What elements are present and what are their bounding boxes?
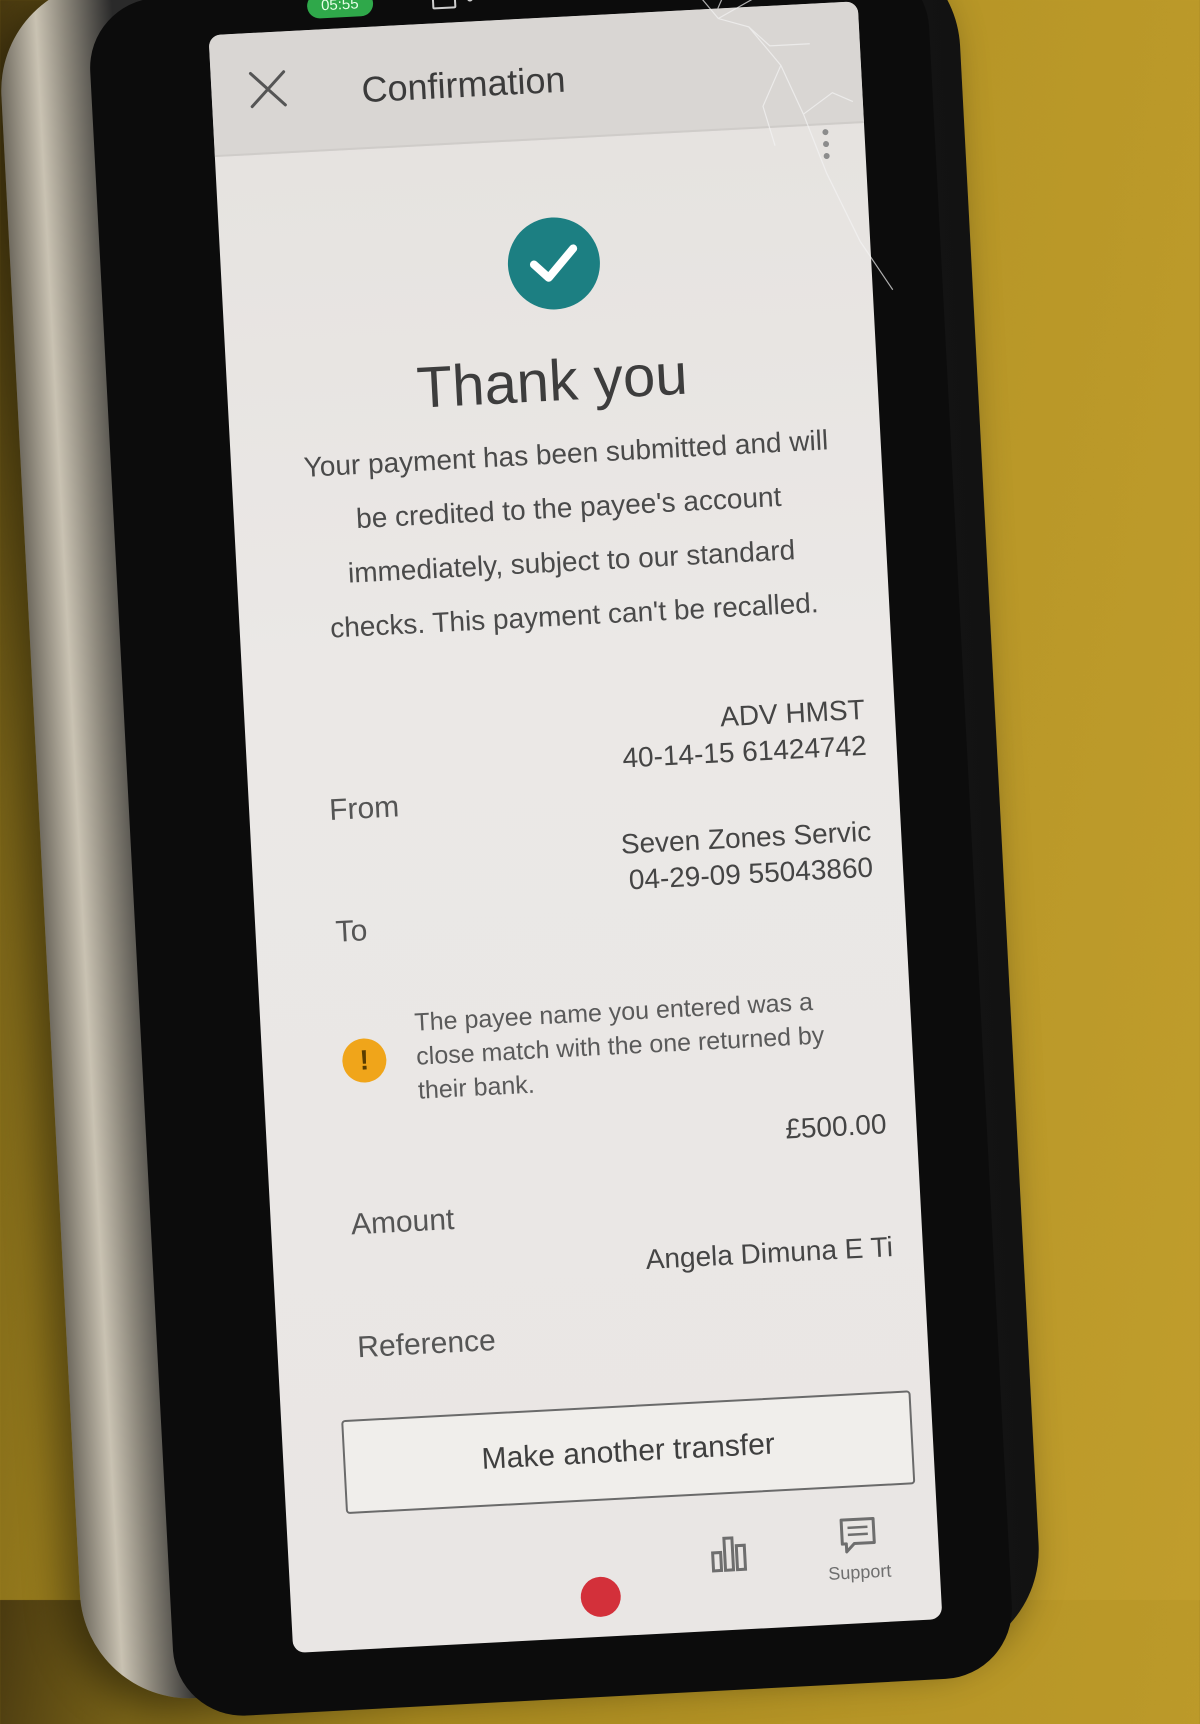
reference-label: Reference — [356, 1324, 497, 1365]
check-circle-icon — [505, 215, 603, 312]
app-screen: Confirmation Thank you Your payment has … — [208, 1, 943, 1654]
close-icon[interactable] — [244, 65, 292, 113]
name-match-warning: ! The payee name you entered was a close… — [339, 972, 875, 1130]
status-time: 05:55 — [306, 0, 374, 20]
warning-icon: ! — [341, 1037, 388, 1084]
amount-value: £500.00 — [784, 1108, 888, 1145]
bar-chart-icon — [711, 1536, 748, 1573]
amount-label: Amount — [350, 1203, 456, 1242]
payments-icon — [579, 1575, 622, 1618]
warning-text: The payee name you entered was a close m… — [413, 987, 825, 1105]
nav-payments[interactable] — [540, 1574, 662, 1625]
success-message: Your payment has been submitted and will… — [302, 424, 829, 644]
from-label: From — [328, 790, 401, 827]
page-title: Confirmation — [360, 58, 567, 111]
notification-dot-icon — [466, 0, 474, 2]
confirmation-content: Thank you Your payment has been submitte… — [215, 121, 943, 1653]
detail-row-reference: Reference Angela Dimuna E Ti — [353, 1229, 909, 1378]
nav-support[interactable]: Support — [797, 1510, 920, 1586]
from-value: ADV HMST 40-14-15 61424742 — [620, 692, 868, 777]
support-chat-icon — [839, 1516, 876, 1554]
make-another-transfer-button[interactable]: Make another transfer — [341, 1390, 916, 1515]
message-notification-icon — [431, 0, 457, 10]
to-label: To — [334, 914, 369, 949]
nav-insights[interactable] — [668, 1527, 790, 1582]
support-label: Support — [827, 1560, 892, 1584]
phone-device: 05:55 ▮ ✕ Confirmation Thank you Your pa… — [0, 0, 1045, 1720]
to-value: Seven Zones Servic 04-29-09 55043860 — [620, 814, 874, 899]
